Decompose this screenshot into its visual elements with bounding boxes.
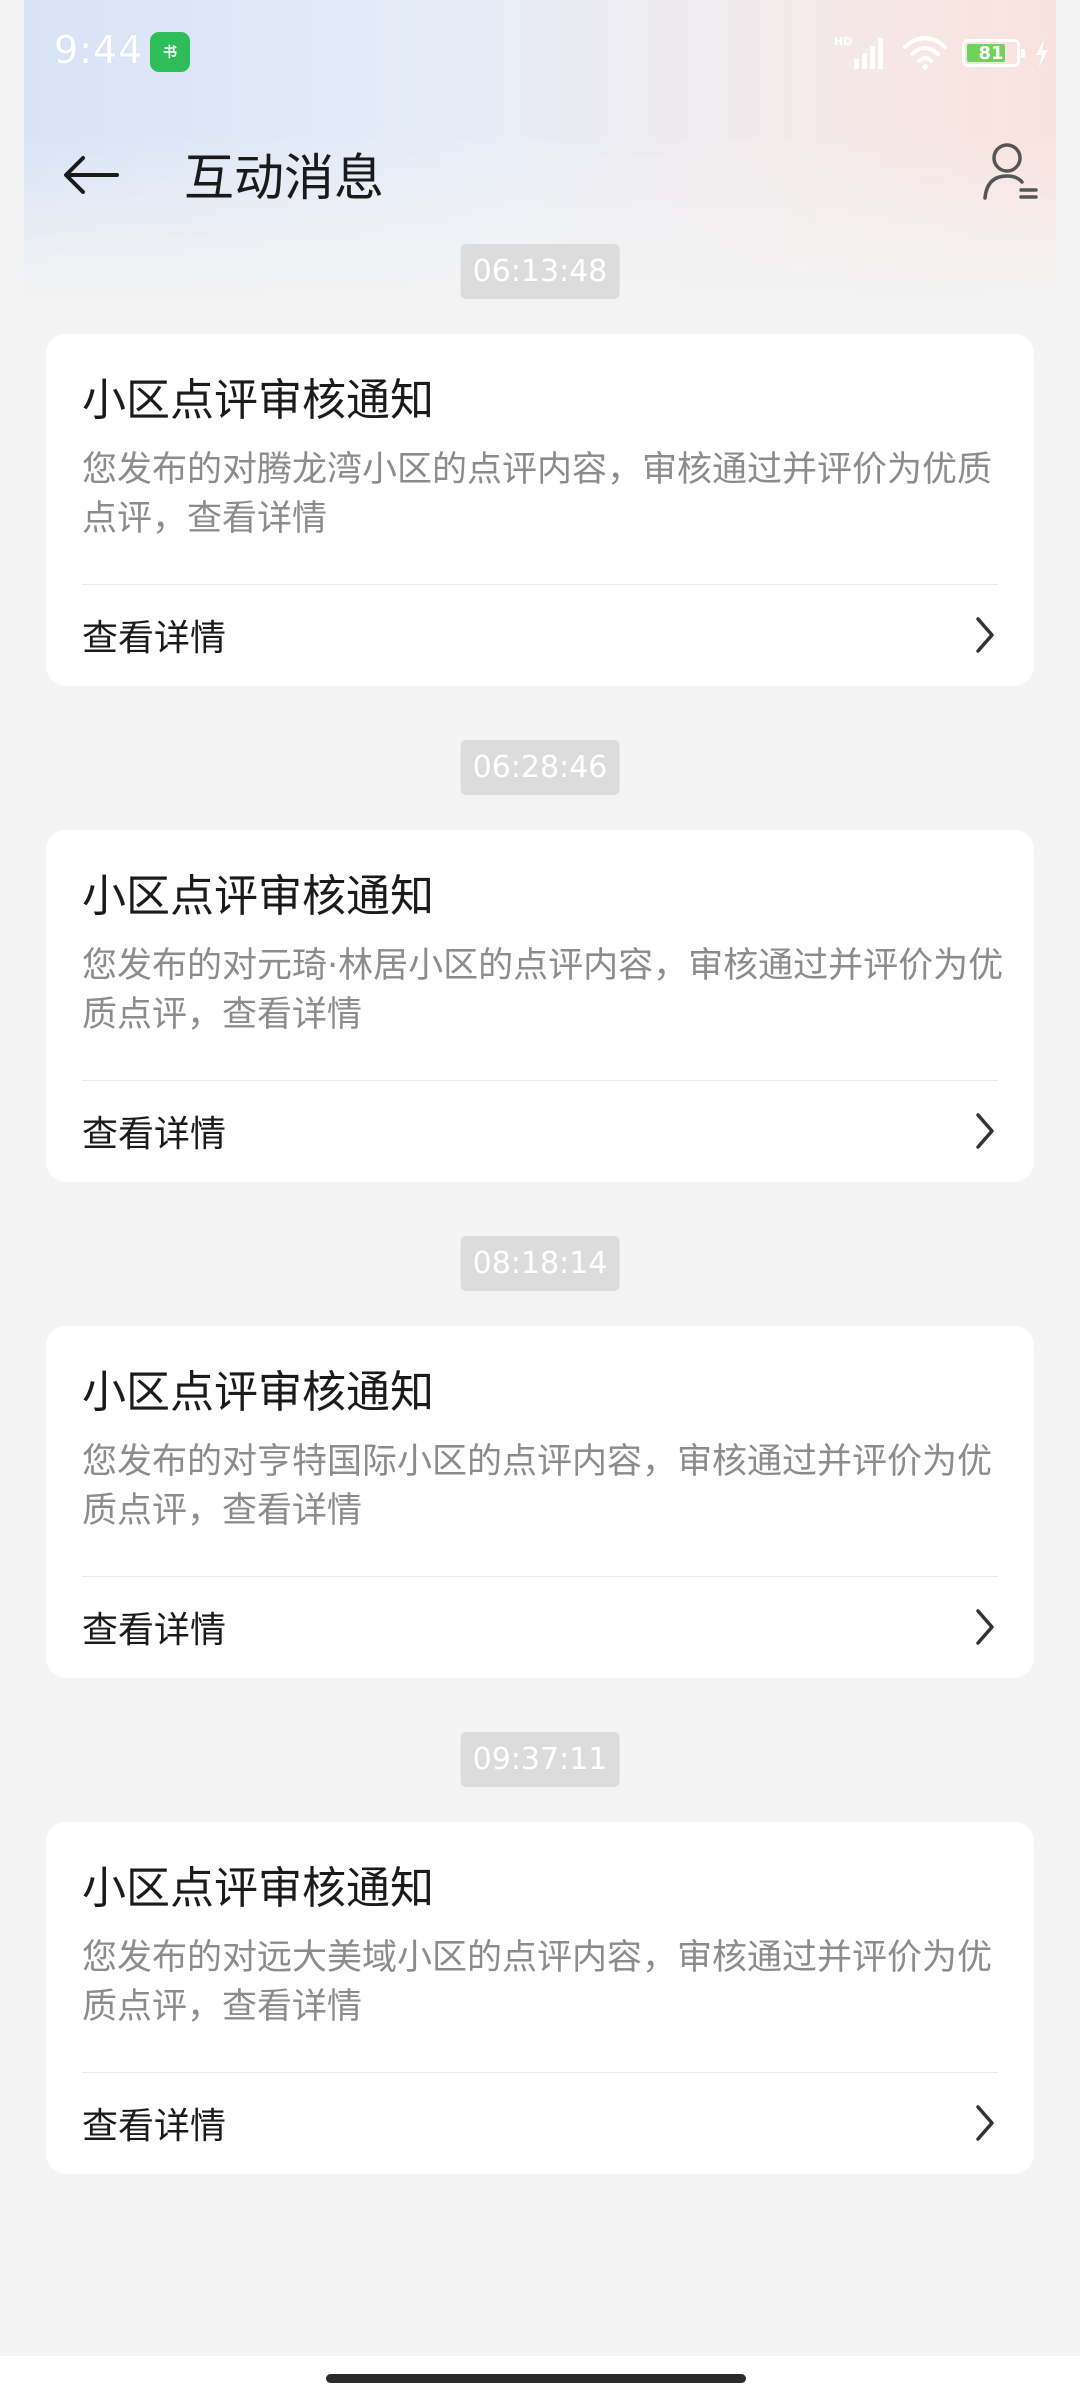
battery-level: 81: [978, 42, 1004, 64]
status-icons: HD 81: [834, 30, 1050, 76]
message-title: 小区点评审核通知: [82, 1367, 434, 1418]
charging-icon: [1036, 39, 1048, 67]
battery-icon: 81: [962, 39, 1025, 67]
page-title: 互动消息: [184, 149, 384, 207]
message-title: 小区点评审核通知: [82, 871, 434, 922]
message-card: 小区点评审核通知 您发布的对元琦·林居小区的点评内容，审核通过并评价为优质点评，…: [46, 830, 1034, 1182]
message-card: 小区点评审核通知 您发布的对远大美域小区的点评内容，审核通过并评价为优质点评，查…: [46, 1822, 1034, 2174]
message-timestamp: 09:37:11: [460, 1732, 620, 1787]
chevron-right-icon: [976, 1113, 994, 1149]
view-details-link[interactable]: 查看详情: [46, 585, 1034, 685]
message-body: 您发布的对腾龙湾小区的点评内容，审核通过并评价为优质点评，查看详情: [82, 450, 993, 539]
view-details-link[interactable]: 查看详情: [46, 1081, 1034, 1181]
svg-text:HD: HD: [834, 35, 852, 48]
chevron-right-icon: [976, 2105, 994, 2141]
arrow-left-icon: [64, 156, 119, 194]
view-details-label: 查看详情: [82, 1610, 227, 1651]
profile-settings-button[interactable]: [976, 134, 1046, 210]
hd-signal-icon: HD: [834, 35, 883, 69]
message-body: 您发布的对亨特国际小区的点评内容，审核通过并评价为优质点评，查看详情: [82, 1442, 993, 1531]
app-badge-label: 书: [163, 45, 177, 61]
status-bar: 9:44 书 HD 81: [0, 0, 1080, 110]
view-details-link[interactable]: 查看详情: [46, 2073, 1034, 2173]
message-card: 小区点评审核通知 您发布的对亨特国际小区的点评内容，审核通过并评价为优质点评，查…: [46, 1326, 1034, 1678]
view-details-label: 查看详情: [82, 1114, 227, 1155]
message-timestamp: 08:18:14: [460, 1236, 620, 1291]
message-title: 小区点评审核通知: [82, 1863, 434, 1914]
view-details-label: 查看详情: [82, 618, 227, 659]
message-timestamp: 06:13:48: [460, 244, 620, 299]
app-notification-icon: 书: [150, 32, 190, 72]
message-timestamp: 06:28:46: [460, 740, 620, 795]
message-body: 您发布的对远大美域小区的点评内容，审核通过并评价为优质点评，查看详情: [82, 1938, 993, 2027]
chevron-right-icon: [976, 1609, 994, 1645]
navigation-bar: 互动消息: [0, 110, 1080, 230]
back-button[interactable]: [56, 140, 126, 210]
view-details-link[interactable]: 查看详情: [46, 1577, 1034, 1677]
wifi-icon: [903, 36, 947, 70]
user-settings-icon: [983, 143, 1038, 200]
view-details-label: 查看详情: [82, 2106, 227, 2147]
message-card: 小区点评审核通知 您发布的对腾龙湾小区的点评内容，审核通过并评价为优质点评，查看…: [46, 334, 1034, 686]
home-indicator[interactable]: [326, 2374, 746, 2383]
status-time: 9:44: [54, 28, 144, 72]
chevron-right-icon: [976, 617, 994, 653]
message-body: 您发布的对元琦·林居小区的点评内容，审核通过并评价为优质点评，查看详情: [82, 946, 1004, 1035]
message-title: 小区点评审核通知: [82, 375, 434, 426]
